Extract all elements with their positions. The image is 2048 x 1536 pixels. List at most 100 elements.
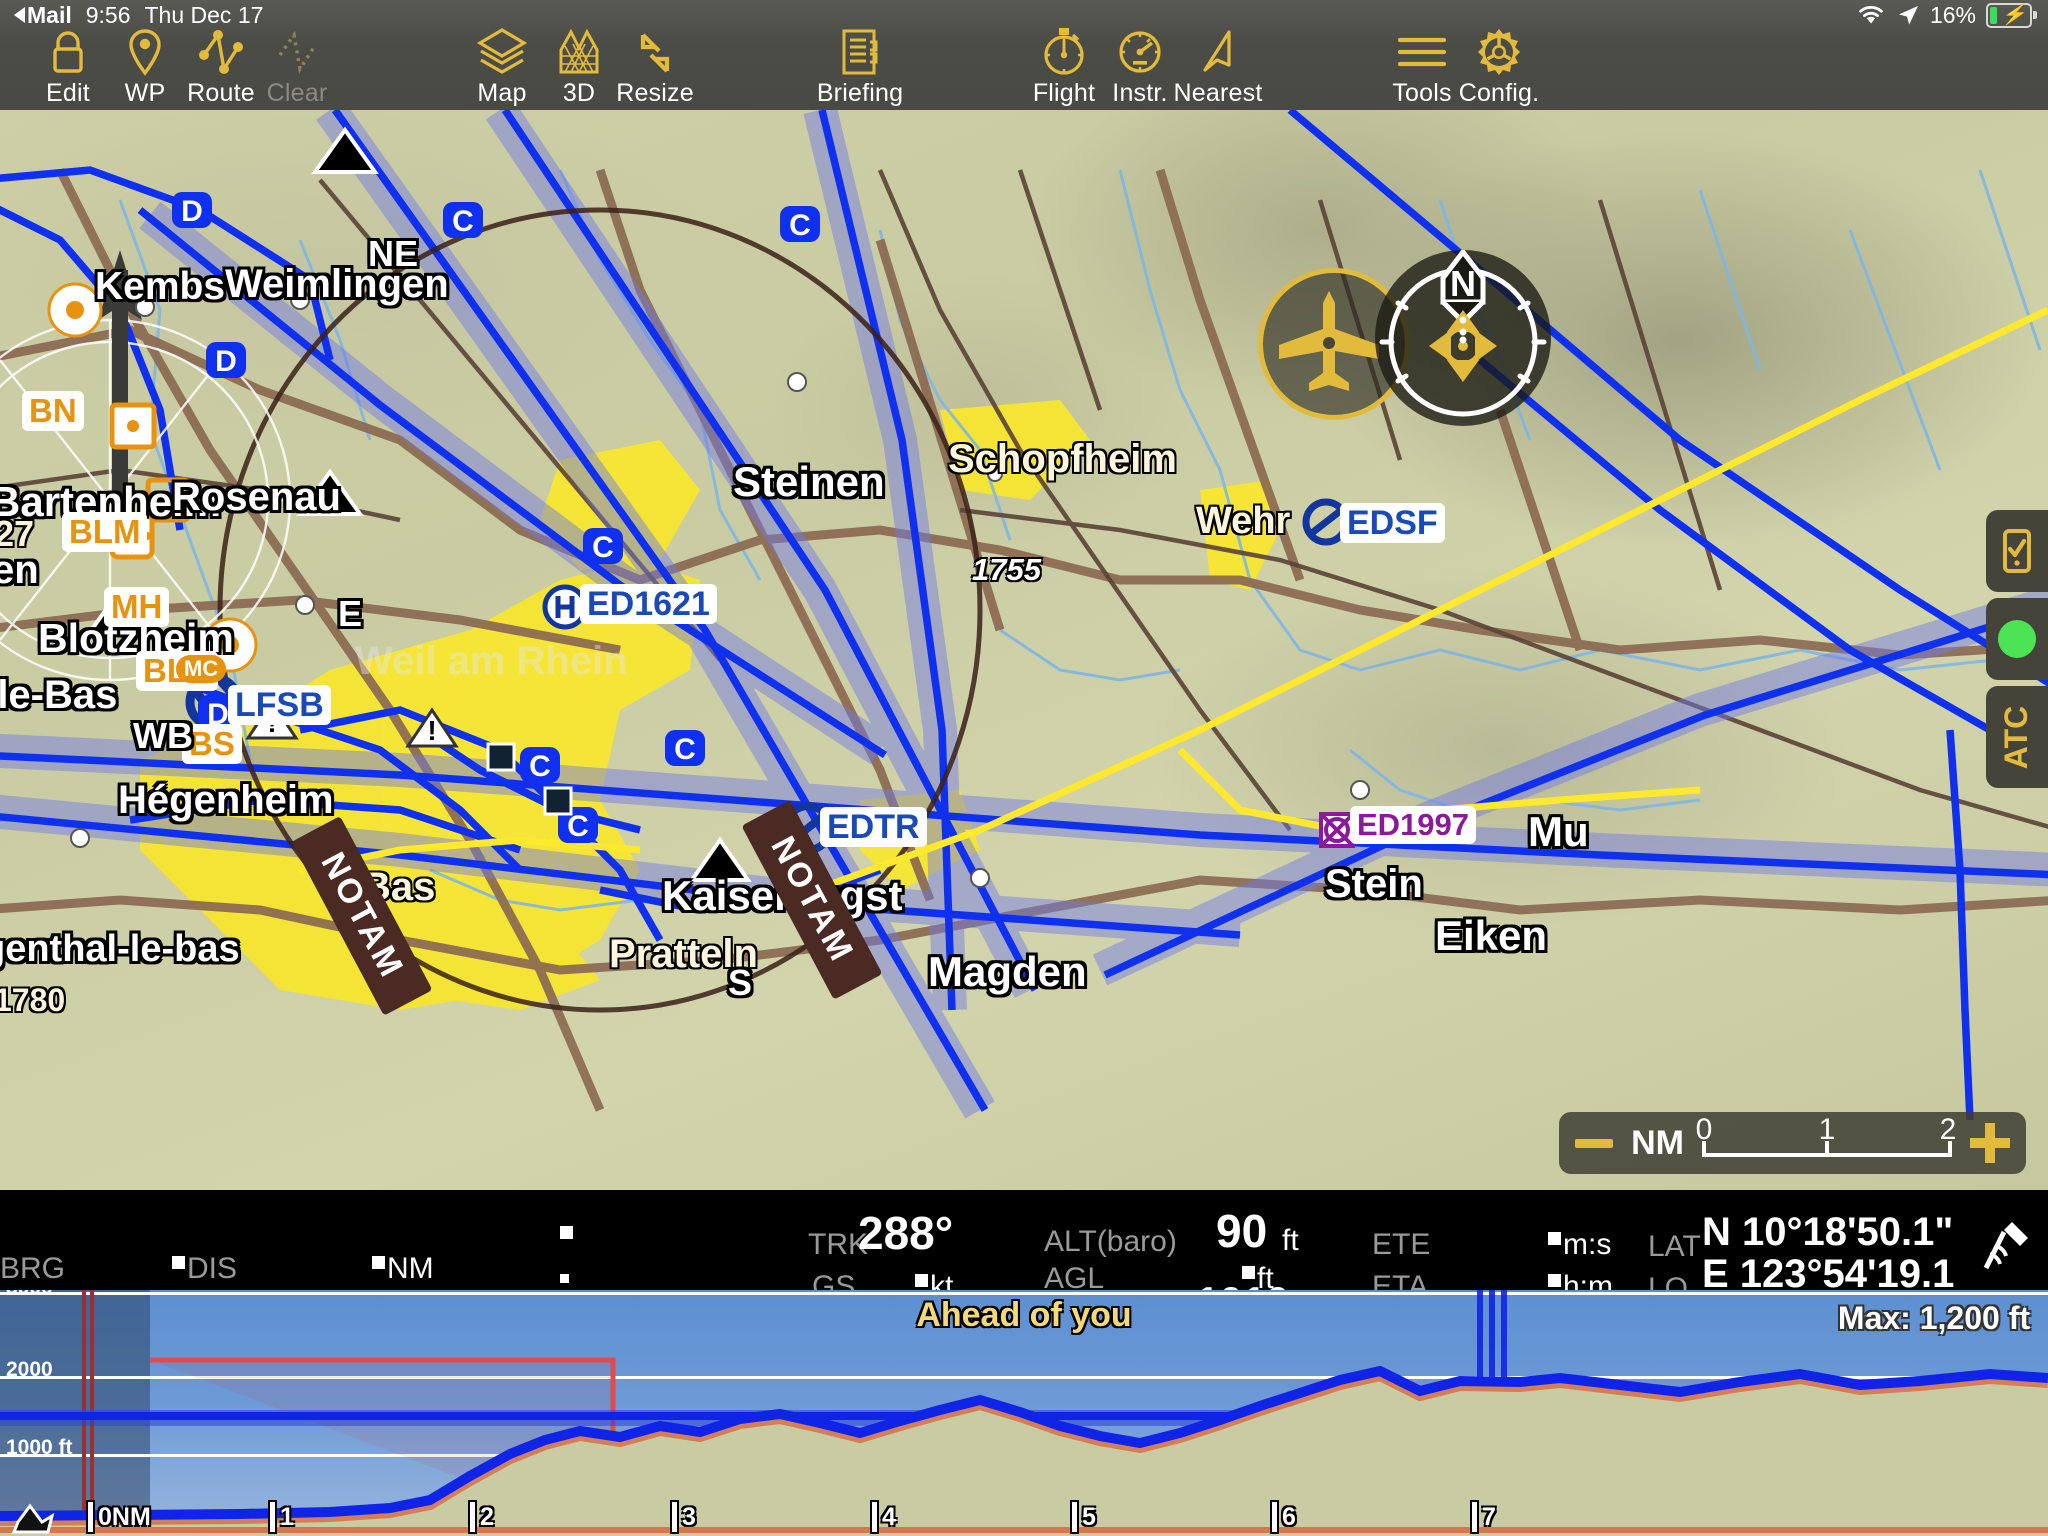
profile-max-label: Max: 1,200 ft bbox=[1837, 1300, 2030, 1336]
resize-icon bbox=[629, 26, 681, 78]
place-label: -le-Bas bbox=[0, 673, 118, 717]
svg-text:D: D bbox=[181, 195, 203, 228]
checklist-icon bbox=[2003, 529, 2031, 573]
field-value-trk: 288° bbox=[858, 1207, 954, 1259]
green-dot-icon bbox=[1998, 620, 2036, 658]
toolbar-label: Clear bbox=[266, 79, 328, 107]
field-value-lat: N 10°18'50.1" bbox=[1702, 1210, 1954, 1254]
wifi-icon bbox=[1856, 4, 1886, 26]
profile-xtick: 3 bbox=[682, 1503, 696, 1531]
place-label: Rosenau bbox=[172, 475, 341, 519]
waypoint-label: S bbox=[728, 962, 753, 1003]
location-arrow-icon bbox=[1896, 3, 1920, 27]
field-label-lat: LAT bbox=[1648, 1230, 1701, 1263]
spot-elevation: 1755 bbox=[972, 552, 1041, 587]
svg-text:D: D bbox=[215, 345, 237, 378]
navaid-label-mc: MC bbox=[176, 655, 227, 683]
toolbar-label: WP bbox=[124, 79, 166, 107]
place-label: Mu bbox=[1528, 808, 1589, 855]
airport-label-lfsb[interactable]: LFSB bbox=[228, 685, 331, 725]
toolbar-button-config[interactable]: Config. bbox=[1439, 26, 1559, 108]
place-label: Stein bbox=[1325, 862, 1423, 906]
svg-text:!: ! bbox=[427, 715, 436, 746]
waypoint-label: E bbox=[338, 593, 363, 634]
back-triangle-icon bbox=[14, 7, 25, 23]
airport-label-ed1621[interactable]: ED1621 bbox=[580, 584, 717, 624]
svg-text:C: C bbox=[592, 531, 614, 564]
scale-tick-1: 1 bbox=[1818, 1113, 1836, 1146]
gps-status-button[interactable] bbox=[1986, 598, 2048, 680]
scale-unit-label: NM bbox=[1631, 1123, 1684, 1162]
toolbar-button-clear[interactable]: Clear bbox=[237, 26, 357, 108]
moving-map[interactable]: ! ! bbox=[0, 110, 2048, 1190]
app-root: Mail 9:56 Thu Dec 17 16% ⚡ Edit WP Route… bbox=[0, 0, 2048, 1536]
scale-tick-0: 0 bbox=[1695, 1113, 1713, 1146]
atc-button[interactable]: ATC bbox=[1986, 686, 2048, 788]
clear-route-icon bbox=[272, 26, 322, 78]
gear-icon bbox=[1473, 26, 1525, 78]
navaid-label: BN bbox=[22, 391, 84, 431]
flight-data-strip: BRG DIS NM TRK 288° GS kt ALT(baro) 90 f… bbox=[0, 1190, 2048, 1331]
field-label-ete: ETE bbox=[1372, 1228, 1431, 1261]
place-label: Weil am Rhein bbox=[355, 639, 628, 683]
field-label-alt: ALT(baro) bbox=[1044, 1225, 1177, 1258]
scale-ruler: 0 1 2 bbox=[1696, 1113, 1956, 1165]
toolbar-label: Briefing bbox=[816, 79, 904, 107]
place-label: Wehr bbox=[1196, 500, 1291, 542]
toolbar-label: Config. bbox=[1458, 79, 1540, 107]
place-label: Schopfheim bbox=[948, 437, 1177, 481]
restricted-area-label-ed1997[interactable]: ED1997 bbox=[1350, 806, 1477, 844]
profile-xtick: 2 bbox=[480, 1503, 494, 1531]
toolbar-label: Resize bbox=[616, 79, 694, 107]
briefing-doc-icon bbox=[836, 26, 884, 78]
place-label: genthal-le-bas bbox=[0, 928, 240, 970]
nearest-arrow-icon bbox=[1195, 26, 1241, 78]
field-unit-ete: m:s bbox=[1548, 1228, 1611, 1262]
heliport-symbol-ed1621 bbox=[542, 584, 588, 630]
profile-xtick: 5 bbox=[1082, 1503, 1096, 1531]
battery-charging-icon: ⚡ bbox=[1986, 2, 2037, 28]
profile-xtick: 0NM bbox=[98, 1503, 151, 1531]
place-label: Steinen bbox=[733, 458, 885, 505]
profile-xtick: 4 bbox=[882, 1503, 896, 1531]
toolbar-label: 3D bbox=[562, 79, 596, 107]
toolbar-label: Edit bbox=[46, 79, 90, 107]
airport-label-edtr[interactable]: EDTR bbox=[820, 807, 927, 847]
place-label: Kembs bbox=[95, 265, 226, 308]
place-label: 1780 bbox=[0, 982, 66, 1018]
svg-text:C: C bbox=[789, 209, 811, 242]
restricted-symbol-ed1997 bbox=[1319, 812, 1355, 848]
navaid-label: MH bbox=[104, 587, 170, 627]
gps-antenna-icon bbox=[1974, 1216, 2034, 1274]
profile-xtick: 1 bbox=[280, 1503, 294, 1531]
field-value-alt: 90 bbox=[1216, 1205, 1268, 1257]
toolbar-button-nearest[interactable]: Nearest bbox=[1158, 26, 1278, 108]
field-label-brg: BRG bbox=[0, 1252, 66, 1285]
place-label: 27 bbox=[0, 513, 35, 554]
zoom-in-button[interactable] bbox=[1970, 1123, 2010, 1163]
toolbar-label: Nearest bbox=[1173, 79, 1263, 107]
navaid-label: BLM bbox=[62, 512, 148, 552]
place-label: Eiken bbox=[1435, 912, 1548, 959]
atc-label: ATC bbox=[1998, 705, 2035, 769]
checklist-button[interactable] bbox=[1986, 510, 2048, 592]
top-bar: Mail 9:56 Thu Dec 17 16% ⚡ Edit WP Route… bbox=[0, 0, 2048, 110]
zoom-out-button[interactable] bbox=[1575, 1138, 1614, 1148]
north-up-compass-widget[interactable]: N bbox=[1375, 250, 1551, 426]
field-placeholder-upper bbox=[560, 1222, 575, 1256]
toolbar-button-briefing[interactable]: Briefing bbox=[800, 26, 920, 108]
field-unit-alt: ft bbox=[1282, 1224, 1299, 1257]
field-label-nm: NM bbox=[372, 1252, 434, 1286]
place-label: Magden bbox=[928, 948, 1087, 995]
terrain-profile-chart[interactable]: 3000 2000 1000 ft Ahead of you bbox=[0, 1290, 2048, 1536]
scale-tick-2: 2 bbox=[1939, 1113, 1957, 1146]
field-label-dis: DIS bbox=[172, 1252, 237, 1286]
toolbar-button-resize[interactable]: Resize bbox=[595, 26, 715, 108]
main-toolbar: Edit WP Route Clear Map 3D Resize Briefi… bbox=[0, 26, 2048, 110]
svg-text:C: C bbox=[452, 205, 474, 238]
map-scale-bar[interactable]: NM 0 1 2 bbox=[1559, 1112, 2026, 1174]
airport-label-edsf[interactable]: EDSF bbox=[1340, 503, 1445, 543]
profile-xtick: 6 bbox=[1282, 1503, 1296, 1531]
waypoint-label: WB bbox=[133, 715, 193, 756]
compass-north-label: N bbox=[1450, 263, 1476, 304]
